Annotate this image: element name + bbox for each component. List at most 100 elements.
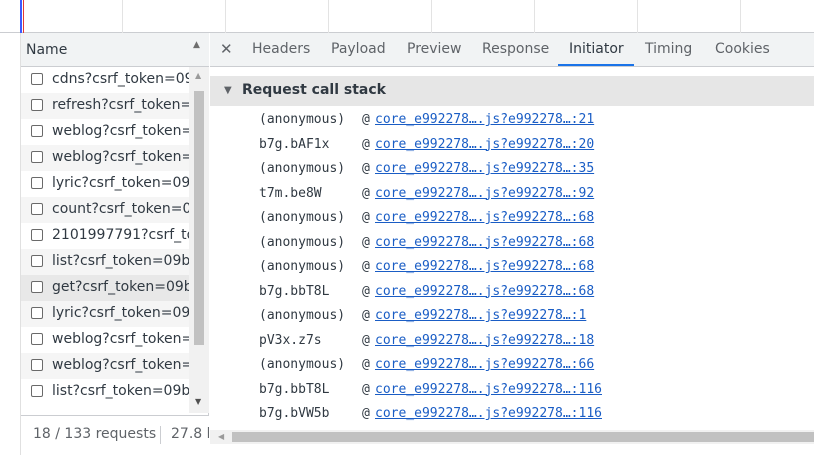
request-rows: cdns?csrf_token=09b refresh?csrf_token=0w…: [21, 67, 209, 413]
frame-at-sign: @: [362, 136, 370, 152]
request-checkbox[interactable]: [31, 151, 43, 163]
request-checkbox[interactable]: [31, 333, 43, 345]
frame-source-link[interactable]: core_e992278….js?e992278…:116: [375, 382, 602, 397]
network-status-bar: 18 / 133 requests 27.8 kB: [21, 415, 209, 455]
call-stack-frame: b7g.bAF1x @ core_e992278….js?e992278…:20: [210, 133, 814, 157]
frame-source-link[interactable]: core_e992278….js?e992278…:20: [375, 137, 594, 152]
request-row[interactable]: lyric?csrf_token=09b: [21, 301, 189, 327]
transferred-size: 27.8 kB: [171, 426, 209, 442]
request-checkbox[interactable]: [31, 203, 43, 215]
overview-gridline: [637, 0, 638, 33]
frame-source-link[interactable]: core_e992278….js?e992278…:68: [375, 210, 594, 225]
request-row[interactable]: cdns?csrf_token=09b: [21, 67, 189, 93]
overview-gridline: [328, 0, 329, 33]
tab-cookies[interactable]: Cookies: [715, 41, 770, 57]
call-stack-frame: b7g.bbT8L @ core_e992278….js?e992278…:116: [210, 378, 814, 402]
request-name: 2101997791?csrf_tok: [52, 227, 189, 243]
scrollbar-thumb[interactable]: [194, 91, 204, 345]
call-stack-frame: (anonymous) @ core_e992278….js?e992278…:66: [210, 353, 814, 377]
frame-source-link[interactable]: core_e992278….js?e992278…:1: [375, 308, 586, 323]
request-name: list?csrf_token=09b2: [52, 383, 189, 399]
request-name: lyric?csrf_token=09b: [52, 305, 189, 321]
request-checkbox[interactable]: [31, 359, 43, 371]
frame-source-link[interactable]: core_e992278….js?e992278…:18: [375, 333, 594, 348]
horizontal-scrollbar-thumb[interactable]: [232, 432, 814, 442]
call-stack-frame: (anonymous) @ core_e992278….js?e992278…:21: [210, 108, 814, 132]
request-row[interactable]: refresh?csrf_token=0: [21, 93, 189, 119]
tab-headers[interactable]: Headers: [252, 41, 310, 57]
call-stack-frame: (anonymous) @ core_e992278….js?e992278…:1: [210, 304, 814, 328]
frame-at-sign: @: [362, 357, 370, 372]
close-icon[interactable]: ✕: [220, 40, 233, 58]
request-list-column: Name ▲ cdns?csrf_token=09b refresh?csrf_t…: [20, 33, 209, 455]
tab-response[interactable]: Response: [482, 41, 549, 57]
overview-gridline: [122, 0, 123, 33]
request-row[interactable]: weblog?csrf_token=...: [21, 327, 189, 353]
request-row[interactable]: list?csrf_token=09b2: [21, 249, 189, 275]
scroll-up-icon[interactable]: ▲: [195, 71, 201, 80]
overview-gridline: [225, 0, 226, 33]
horizontal-scrollbar[interactable]: ◀: [210, 430, 814, 444]
request-row[interactable]: count?csrf_token=09: [21, 197, 189, 223]
frame-at-sign: @: [362, 210, 370, 225]
request-checkbox[interactable]: [31, 177, 43, 189]
request-checkbox[interactable]: [31, 385, 43, 397]
frame-source-link[interactable]: core_e992278….js?e992278…:68: [375, 235, 594, 250]
frame-function-name: (anonymous): [259, 357, 346, 372]
frame-function-name: b7g.bAF1x: [259, 136, 330, 152]
request-checkbox[interactable]: [31, 229, 43, 241]
request-list-scrollbar[interactable]: ▲ ▼: [189, 67, 209, 413]
call-stack-frame: (anonymous) @ core_e992278….js?e992278…:68: [210, 255, 814, 279]
frame-at-sign: @: [362, 308, 370, 323]
network-overview[interactable]: [0, 0, 814, 33]
frame-source-link[interactable]: core_e992278….js?e992278…:116: [375, 406, 602, 421]
frame-function-name: (anonymous): [259, 112, 346, 127]
name-column-header[interactable]: Name ▲: [21, 33, 209, 67]
request-checkbox[interactable]: [31, 281, 43, 293]
dom-content-loaded-marker: [20, 0, 22, 33]
call-stack-frame: b7g.bVW5b @ core_e992278….js?e992278…:116: [210, 402, 814, 426]
request-row[interactable]: 2101997791?csrf_tok: [21, 223, 189, 249]
frame-function-name: (anonymous): [259, 210, 346, 225]
frame-at-sign: @: [362, 332, 370, 348]
request-checkbox[interactable]: [31, 99, 43, 111]
frame-source-link[interactable]: core_e992278….js?e992278…:21: [375, 112, 594, 127]
request-call-stack-header[interactable]: ▼ Request call stack: [210, 76, 814, 106]
request-row[interactable]: weblog?csrf_token=...: [21, 119, 189, 145]
frame-source-link[interactable]: core_e992278….js?e992278…:92: [375, 186, 594, 201]
request-checkbox[interactable]: [31, 307, 43, 319]
load-marker: [23, 0, 24, 33]
overview-gridline: [740, 0, 741, 33]
request-checkbox[interactable]: [31, 255, 43, 267]
scroll-down-icon[interactable]: ▼: [195, 397, 201, 406]
overview-gridline: [534, 0, 535, 33]
triangle-down-icon[interactable]: ▼: [224, 85, 232, 96]
frame-source-link[interactable]: core_e992278….js?e992278…:68: [375, 284, 594, 299]
request-row[interactable]: weblog?csrf_token=...: [21, 353, 189, 379]
frame-source-link[interactable]: core_e992278….js?e992278…:68: [375, 259, 594, 274]
frame-function-name: (anonymous): [259, 234, 346, 250]
call-stack-list: (anonymous) @ core_e992278….js?e992278…:21…: [210, 108, 814, 430]
frame-at-sign: @: [362, 161, 370, 176]
frame-at-sign: @: [362, 283, 370, 299]
request-checkbox[interactable]: [31, 125, 43, 137]
call-stack-frame: pV3x.z7s @ core_e992278….js?e992278…:18: [210, 329, 814, 353]
scroll-left-icon[interactable]: ◀: [218, 432, 224, 441]
tab-payload[interactable]: Payload: [331, 41, 386, 57]
call-stack-frame: b7g.bbT8L @ core_e992278….js?e992278…:68: [210, 280, 814, 304]
frame-source-link[interactable]: core_e992278….js?e992278…:66: [375, 357, 594, 372]
tab-initiator[interactable]: Initiator: [569, 41, 624, 57]
request-row[interactable]: weblog?csrf_token=...: [21, 145, 189, 171]
request-row[interactable]: lyric?csrf_token=09b: [21, 171, 189, 197]
frame-function-name: (anonymous): [259, 259, 346, 274]
request-row[interactable]: list?csrf_token=09b2: [21, 379, 189, 405]
frame-function-name: t7m.be8W: [259, 185, 322, 201]
request-name: weblog?csrf_token=...: [52, 123, 189, 139]
tab-timing[interactable]: Timing: [645, 41, 692, 57]
request-name: cdns?csrf_token=09b: [52, 71, 189, 87]
request-row[interactable]: get?csrf_token=09b2: [21, 275, 189, 301]
request-checkbox[interactable]: [31, 73, 43, 85]
call-stack-frame: (anonymous) @ core_e992278….js?e992278…:35: [210, 157, 814, 181]
tab-preview[interactable]: Preview: [407, 41, 462, 57]
frame-source-link[interactable]: core_e992278….js?e992278…:35: [375, 161, 594, 176]
